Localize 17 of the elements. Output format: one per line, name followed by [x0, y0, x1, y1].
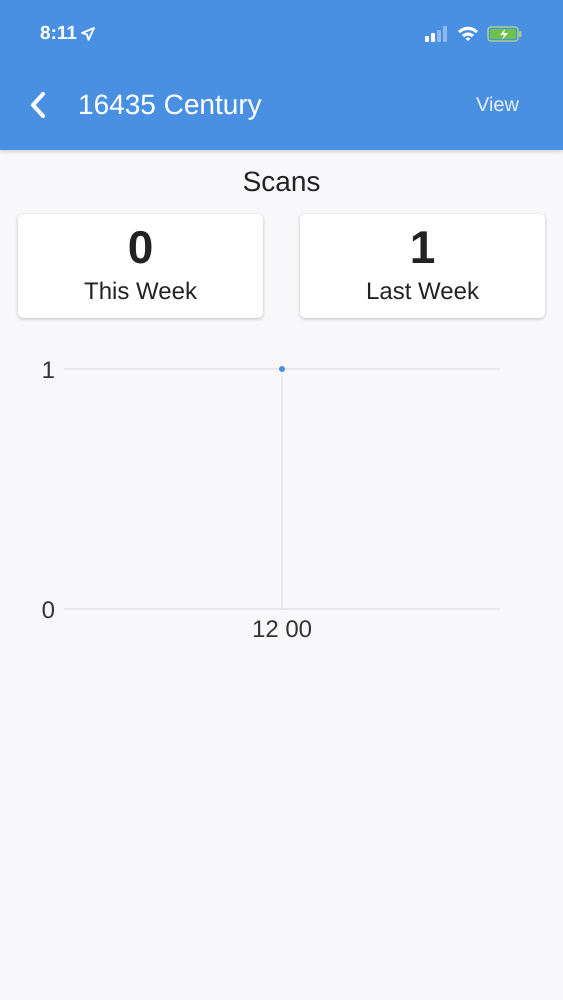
x-tick-label: 12 00 [252, 616, 312, 643]
stat-label: This Week [84, 278, 197, 306]
y-tick-label: 0 [42, 597, 55, 624]
back-button[interactable] [30, 91, 46, 119]
status-time: 8:11 [40, 23, 77, 45]
y-tick-label: 1 [42, 357, 55, 384]
data-point [279, 366, 285, 372]
signal-icon [425, 26, 449, 42]
wifi-icon [457, 26, 479, 42]
battery-icon [487, 26, 523, 42]
location-icon [80, 27, 95, 41]
stat-label: Last Week [366, 278, 479, 306]
view-button[interactable]: View [476, 94, 519, 116]
stat-value: 1 [410, 220, 436, 274]
stat-value: 0 [128, 220, 154, 274]
page-title: 16435 Century [78, 89, 263, 121]
section-title: Scans [242, 166, 322, 198]
